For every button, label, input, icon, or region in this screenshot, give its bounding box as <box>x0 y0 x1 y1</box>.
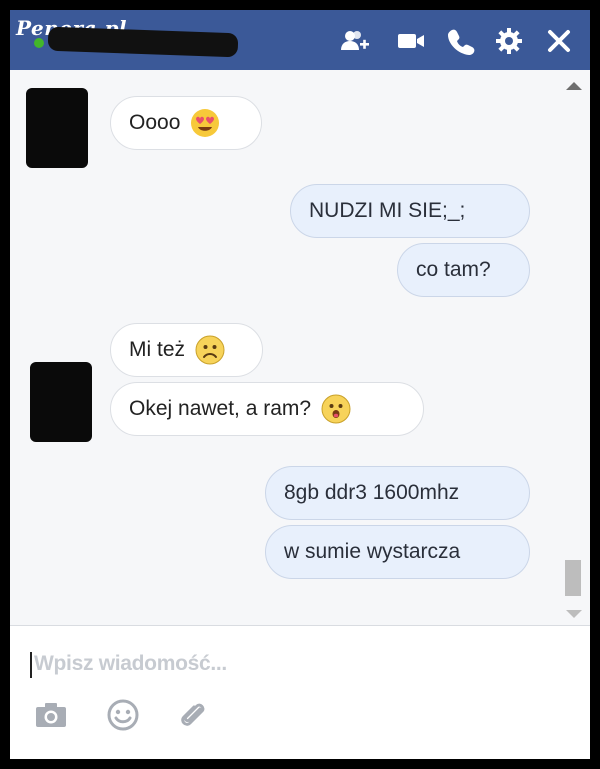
message-bubble-outgoing: w sumie wystarcza <box>265 525 530 579</box>
contact-avatar-redacted <box>26 88 88 168</box>
message-list[interactable]: Oooo NUDZI MI SIE;_; co tam? Mi też Okej… <box>10 70 590 625</box>
message-composer: Wpisz wiadomość... <box>10 625 590 759</box>
message-text: 8gb ddr3 1600mhz <box>284 481 460 504</box>
text-caret <box>30 652 32 678</box>
emoji-icon[interactable] <box>106 698 140 732</box>
message-input[interactable]: Wpisz wiadomość... <box>34 652 227 676</box>
contact-name-redacted <box>47 26 239 58</box>
gear-icon[interactable] <box>494 26 524 56</box>
surprised-emoji-icon <box>321 394 351 424</box>
camera-icon[interactable] <box>34 698 68 732</box>
message-bubble-incoming: Oooo <box>110 96 262 150</box>
contact-avatar-redacted <box>30 362 92 442</box>
message-text: Okej nawet, a ram? <box>129 397 312 420</box>
video-call-icon[interactable] <box>396 26 426 56</box>
attachment-icon[interactable] <box>176 698 210 732</box>
scroll-thumb[interactable] <box>565 560 581 596</box>
message-bubble-outgoing: NUDZI MI SIE;_; <box>290 184 530 238</box>
close-icon[interactable] <box>544 26 574 56</box>
chat-header: Penera.pl <box>10 10 590 70</box>
message-text: NUDZI MI SIE;_; <box>309 199 466 222</box>
message-text: Oooo <box>129 111 181 134</box>
online-status-dot <box>34 38 44 48</box>
message-bubble-outgoing: co tam? <box>397 243 530 297</box>
message-text: Mi też <box>129 338 186 361</box>
scroll-down-arrow-icon[interactable] <box>566 610 582 618</box>
chat-window: Penera.pl Oooo NUDZI MI SIE;_; <box>10 10 590 759</box>
phone-icon[interactable] <box>446 26 476 56</box>
message-bubble-incoming: Okej nawet, a ram? <box>110 382 424 436</box>
message-bubble-incoming: Mi też <box>110 323 263 377</box>
frown-emoji-icon <box>195 335 225 365</box>
message-text: co tam? <box>416 258 491 281</box>
add-friend-icon[interactable] <box>340 26 370 56</box>
heart-eyes-emoji-icon <box>190 108 220 138</box>
scroll-up-arrow-icon[interactable] <box>566 82 582 90</box>
message-text: w sumie wystarcza <box>284 540 461 563</box>
chat-scrollbar[interactable] <box>556 70 590 625</box>
message-bubble-outgoing: 8gb ddr3 1600mhz <box>265 466 530 520</box>
